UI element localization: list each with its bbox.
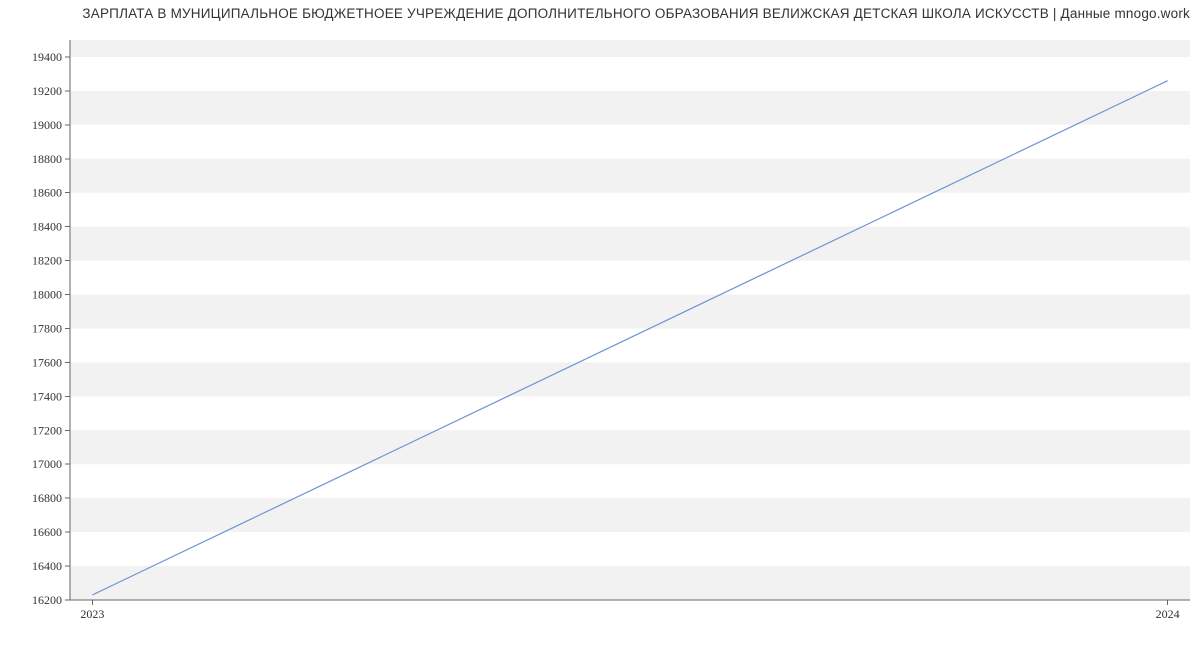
y-tick-label: 19200 — [32, 84, 62, 98]
chart-title: ЗАРПЛАТА В МУНИЦИПАЛЬНОЕ БЮДЖЕТНОЕЕ УЧРЕ… — [0, 6, 1190, 21]
y-tick-label: 16400 — [32, 559, 62, 573]
y-tick-label: 17800 — [32, 321, 62, 335]
grid-band — [70, 91, 1190, 125]
y-tick-label: 16200 — [32, 593, 62, 607]
y-tick-label: 16600 — [32, 525, 62, 539]
grid-band — [70, 295, 1190, 329]
grid-band — [70, 498, 1190, 532]
grid-band — [70, 362, 1190, 396]
y-tick-label: 17200 — [32, 423, 62, 437]
grid-band — [70, 227, 1190, 261]
chart-area: 16200 16400 16600 16800 17000 17200 17400 17600… — [0, 30, 1200, 630]
grid-band — [70, 40, 1190, 57]
y-tick-label: 18000 — [32, 288, 62, 302]
y-tick-label: 18400 — [32, 220, 62, 234]
y-tick-label: 19400 — [32, 50, 62, 64]
chart-svg: 16200 16400 16600 16800 17000 17200 17400 17600… — [0, 30, 1200, 630]
y-tick-label: 18200 — [32, 254, 62, 268]
y-tick-label: 18800 — [32, 152, 62, 166]
y-tick-label: 17400 — [32, 389, 62, 403]
y-tick-label: 17000 — [32, 457, 62, 471]
y-tick-label: 18600 — [32, 186, 62, 200]
grid-band — [70, 566, 1190, 600]
y-tick-label: 17600 — [32, 355, 62, 369]
y-tick-label: 19000 — [32, 118, 62, 132]
x-tick-label: 2023 — [80, 607, 104, 621]
grid-band — [70, 430, 1190, 464]
grid-band — [70, 159, 1190, 193]
y-tick-label: 16800 — [32, 491, 62, 505]
x-tick-label: 2024 — [1156, 607, 1180, 621]
